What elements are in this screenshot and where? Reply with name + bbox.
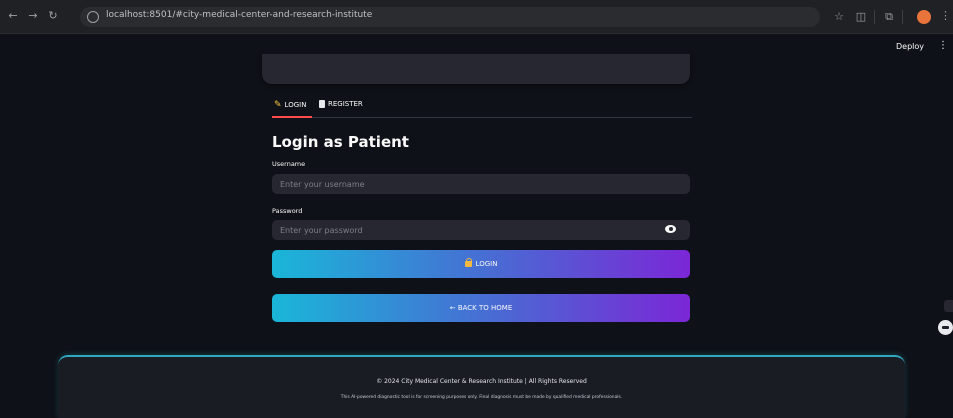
footer: © 2024 City Medical Center & Research In… (58, 355, 905, 418)
tab-login[interactable]: ✎ LOGIN (274, 100, 306, 110)
toolbar-divider (874, 10, 875, 24)
login-button[interactable]: LOGIN (272, 250, 690, 278)
browser-toolbar: ← → ↻ localhost:8501/#city-medical-cente… (0, 0, 953, 34)
tab-register[interactable]: REGISTER (319, 100, 363, 108)
auth-tabs: ✎ LOGIN REGISTER (272, 96, 692, 118)
url-text[interactable]: localhost:8501/#city-medical-center-and-… (106, 10, 372, 20)
reload-icon[interactable]: ↻ (46, 9, 60, 23)
footer-copyright: © 2024 City Medical Center & Research In… (376, 378, 587, 385)
password-input[interactable] (272, 220, 690, 240)
chat-assistant-icon[interactable] (938, 320, 953, 335)
profile-avatar[interactable] (917, 10, 931, 24)
active-tab-indicator (272, 116, 312, 118)
password-label: Password (272, 207, 303, 215)
tab-login-label: LOGIN (284, 101, 307, 109)
deploy-button[interactable]: Deploy (896, 42, 924, 51)
back-arrow-icon[interactable]: ← (6, 9, 20, 23)
page-title: Login as Patient (272, 133, 409, 151)
tab-register-label: REGISTER (328, 100, 363, 108)
browser-menu-icon[interactable]: ⋮ (940, 9, 951, 22)
show-password-icon[interactable] (665, 225, 676, 233)
pencil-icon: ✎ (274, 100, 282, 110)
header-card (262, 54, 690, 84)
bookmark-star-icon[interactable]: ☆ (832, 10, 846, 24)
footer-disclaimer: This AI-powered diagnostic tool is for s… (340, 395, 623, 400)
app-menu-icon[interactable]: ⋮ (938, 40, 948, 51)
username-input[interactable] (272, 174, 690, 194)
forward-arrow-icon[interactable]: → (26, 9, 40, 23)
lock-icon (464, 258, 473, 267)
address-bar[interactable]: localhost:8501/#city-medical-center-and-… (80, 7, 820, 27)
side-panel-handle[interactable] (944, 300, 953, 312)
site-info-icon[interactable] (87, 11, 99, 23)
extensions-icon[interactable]: ◫ (854, 10, 868, 24)
back-to-home-label: ← BACK TO HOME (449, 304, 513, 312)
back-to-home-button[interactable]: ← BACK TO HOME (272, 294, 690, 322)
document-icon (319, 100, 325, 108)
toolbar-divider (902, 10, 903, 24)
tab-search-icon[interactable]: ⧉ (882, 10, 896, 24)
username-label: Username (272, 160, 306, 168)
login-button-label: LOGIN (475, 260, 498, 268)
